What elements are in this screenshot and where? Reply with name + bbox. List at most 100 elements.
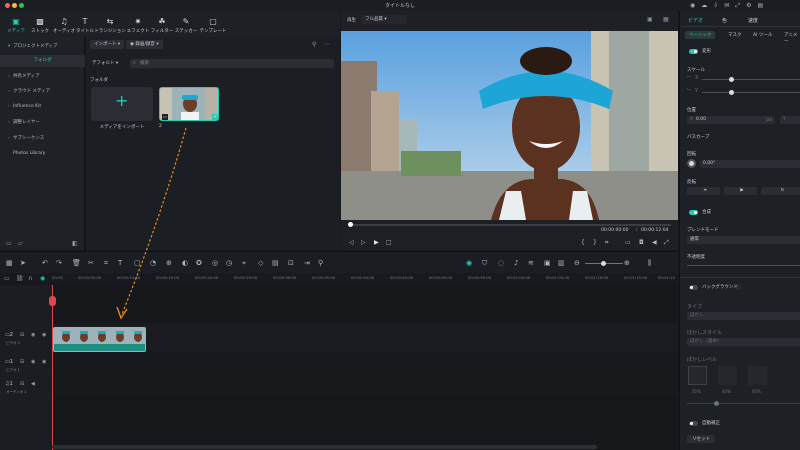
tab-stock[interactable]: ▩ ストック (28, 11, 52, 37)
stabilize-icon[interactable]: ⊡ (288, 259, 294, 267)
new-folder-icon[interactable]: ▭ (6, 240, 12, 247)
color-icon[interactable]: ◐ (182, 259, 188, 267)
link-icon[interactable]: ⛓ (16, 275, 24, 282)
mask-icon[interactable]: ▤ (272, 259, 279, 267)
filter-icon[interactable]: ⚲ (312, 41, 316, 48)
scale-x-slider[interactable] (702, 77, 800, 82)
redo-icon[interactable]: ↷ (56, 259, 62, 267)
mark-in-icon[interactable]: { (581, 239, 585, 246)
visibility-icon[interactable]: ◉ (42, 332, 46, 338)
timer-icon[interactable]: ◷ (226, 259, 232, 267)
tab-template[interactable]: ▢ テンプレート (198, 11, 228, 37)
seek-bar[interactable] (348, 222, 671, 227)
video-preview[interactable] (341, 31, 678, 220)
video-track-1[interactable] (52, 354, 678, 374)
video-track-1-header[interactable]: ▭1 (5, 359, 13, 365)
zoom-slider-handle[interactable] (601, 261, 606, 266)
step-back-icon[interactable]: ▷ (361, 239, 366, 246)
marker-icon[interactable]: ⇥ (304, 259, 310, 267)
tab-color[interactable]: 色 (722, 17, 727, 24)
settings-icon[interactable]: ⚙ (746, 2, 751, 9)
audio-track-1[interactable] (52, 375, 678, 395)
record-dropdown[interactable]: ◉ 録画/録音 ▾ (126, 40, 163, 49)
add-track-icon[interactable]: ▭ (4, 275, 10, 282)
display-icon[interactable]: ▭ (625, 239, 631, 246)
scale-y-handle[interactable] (729, 90, 734, 95)
undo-icon[interactable]: ↶ (42, 259, 48, 267)
mail-icon[interactable]: ✉ (724, 2, 729, 9)
playhead-handle[interactable] (49, 296, 56, 306)
sidebar-item-influence-kit[interactable]: › Influence Kit (0, 101, 85, 113)
render-icon[interactable]: ◉ (466, 259, 472, 267)
freeze-icon[interactable]: ▢ (134, 259, 141, 267)
fullscreen-icon[interactable]: ⤢ (735, 2, 740, 9)
grid-icon[interactable]: ▦ (663, 16, 669, 23)
mic-icon[interactable]: ♪ (514, 259, 518, 267)
prev-frame-icon[interactable]: ◁ (349, 239, 354, 246)
tab-transition[interactable]: ⇆ トランジション (94, 11, 126, 37)
visibility-icon[interactable]: ◉ (31, 359, 35, 365)
import-media-card[interactable]: + (91, 87, 153, 121)
tab-title[interactable]: T タイトル (76, 11, 94, 37)
tab-speed[interactable]: 速度 (748, 17, 758, 24)
rotate-90-button[interactable]: ↻ (761, 187, 800, 195)
visibility-icon[interactable]: ◉ (42, 359, 46, 365)
snapshot-tool-icon[interactable]: ▣ (544, 259, 551, 267)
sidebar-item-shared-media[interactable]: › 共有メディア (0, 71, 85, 83)
crop-tool-icon[interactable]: ⌗ (104, 259, 108, 268)
subtab-ai-tools[interactable]: AI ツール (753, 32, 772, 38)
audio-track-1-header[interactable]: ♫1 (5, 381, 13, 387)
blur-style-select[interactable]: ぼかし（基本） (687, 338, 800, 346)
volume-icon[interactable]: ◀ (652, 239, 657, 246)
zoom-out-icon[interactable]: ⊖ (574, 259, 580, 267)
link-scale-icon[interactable]: ⌐ (687, 74, 691, 80)
scale-x-handle[interactable] (729, 77, 734, 82)
tab-audio[interactable]: ♫ オーディオ (52, 11, 76, 37)
auto-enhance-toggle[interactable] (689, 421, 698, 426)
timeline-clip[interactable] (53, 327, 146, 352)
tab-media[interactable]: ▣ メディア (4, 11, 28, 37)
voice-icon[interactable]: ◌ (498, 259, 504, 267)
timeline-tracks[interactable] (49, 285, 678, 450)
audio-stretch-icon[interactable]: ◎ (212, 259, 218, 267)
folder-icon[interactable]: ▱ (18, 240, 23, 247)
seek-handle[interactable] (348, 222, 353, 227)
tab-effect[interactable]: ✷ エフェクト (126, 11, 150, 37)
rotate-field[interactable]: 0.00° (700, 160, 800, 168)
sidebar-item-photos-library[interactable]: Photos Library (0, 148, 85, 160)
type-select[interactable]: ぼかし (687, 312, 800, 320)
audio-mix-icon[interactable]: ≋ (528, 259, 534, 267)
delete-icon[interactable]: 🗑 (72, 259, 81, 267)
camera-icon[interactable]: ◘ (639, 239, 644, 246)
sidebar-item-project-media[interactable]: ▾ プロジェクトメディア (0, 41, 85, 53)
play-icon[interactable]: ▶ (374, 239, 379, 246)
magnet-icon[interactable]: ∩ (28, 275, 32, 282)
select-tool-icon[interactable]: ➤ (20, 259, 26, 267)
scale-y-slider[interactable] (702, 90, 800, 95)
more-icon[interactable]: ⋯ (324, 41, 330, 48)
layout-icon[interactable]: ▤ (758, 2, 764, 9)
collapse-panel-icon[interactable]: ◧ (72, 240, 78, 247)
rotate-dial[interactable] (687, 159, 696, 168)
flip-horizontal-button[interactable]: ⏶ (687, 187, 720, 195)
position-y-field[interactable]: Y (780, 116, 800, 124)
tab-sticker[interactable]: ✎ ステッカー (174, 11, 198, 37)
composite-toggle[interactable] (689, 210, 698, 215)
zoom-slider[interactable] (585, 261, 623, 266)
mark-out-icon[interactable]: } (593, 239, 597, 246)
speed-icon[interactable]: ◔ (150, 259, 156, 267)
time-ruler[interactable]: 00:00 00:00:05:00 00:00:10:00 00:00:15:0… (52, 273, 678, 285)
keyframe-icon[interactable]: ◇ (258, 259, 263, 267)
ai-icon[interactable]: ✪ (196, 259, 202, 267)
timeline-scrollbar[interactable] (52, 445, 597, 449)
zoom-in-icon[interactable]: ⊕ (624, 259, 630, 267)
info-icon[interactable]: ⓘ (736, 284, 741, 291)
text-tool-icon[interactable]: T (118, 259, 122, 267)
snap-icon[interactable]: ◉ (40, 275, 45, 282)
stop-icon[interactable]: □ (386, 239, 392, 246)
blur-level-option[interactable] (688, 366, 707, 385)
sidebar-item-cloud-media[interactable]: › クラウド メディア (0, 86, 85, 98)
blur-level-option[interactable] (748, 366, 767, 385)
playhead[interactable] (49, 285, 56, 450)
motion-track-icon[interactable]: ⌖ (242, 259, 246, 268)
